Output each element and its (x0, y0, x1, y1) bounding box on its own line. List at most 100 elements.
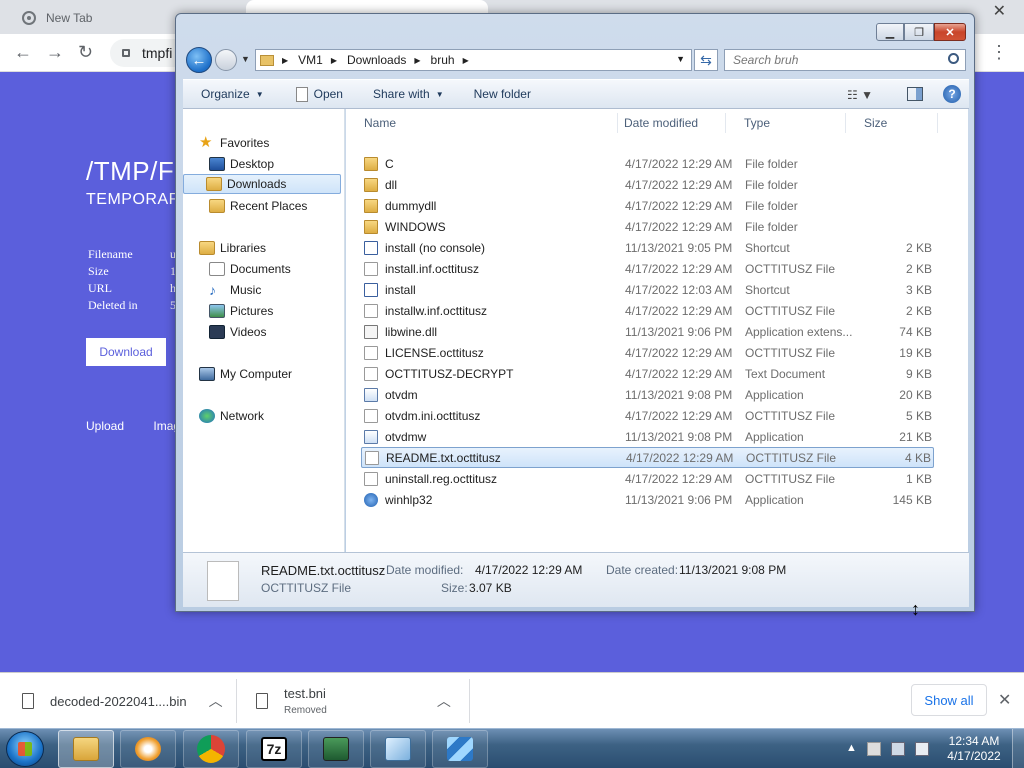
browser-address-bar[interactable]: tmpfi (110, 39, 180, 67)
search-input[interactable]: Search bruh (724, 49, 966, 71)
start-button[interactable] (6, 731, 44, 767)
file-size: 20 KB (899, 387, 932, 402)
file-row[interactable]: install.inf.octtitusz 4/17/2022 12:29 AM O… (361, 258, 934, 279)
nav-videos[interactable]: Videos (205, 322, 266, 342)
file-icon (22, 693, 34, 709)
taskbar-7zip[interactable]: 7z (246, 730, 302, 768)
minimize-icon[interactable]: ▁ (876, 23, 904, 41)
action-center-icon[interactable] (866, 742, 881, 756)
chevron-up-icon[interactable]: ︿ (209, 691, 223, 711)
chevron-up-icon[interactable]: ︿ (437, 691, 451, 711)
download-item[interactable]: decoded-2022041....bin ︿ (22, 679, 223, 723)
show-desktop-button[interactable] (1012, 729, 1024, 768)
file-row[interactable]: install 4/17/2022 12:03 AM Shortcut 3 KB (361, 279, 934, 300)
file-row[interactable]: dll 4/17/2022 12:29 AM File folder (361, 174, 934, 195)
file-type: File folder (745, 198, 798, 213)
download-filename: decoded-2022041....bin (50, 693, 187, 709)
organize-button[interactable]: Organize ▼ (201, 87, 264, 101)
taskbar-media-player[interactable] (120, 730, 176, 768)
new-folder-button[interactable]: New folder (474, 87, 531, 101)
file-size: 4 KB (904, 450, 931, 465)
upload-link[interactable]: Upload (86, 419, 124, 433)
nav-music[interactable]: ♪ Music (205, 280, 261, 300)
breadcrumb-downloads[interactable]: Downloads (347, 53, 406, 67)
forward-arrow-icon[interactable] (215, 49, 237, 71)
taskbar-chrome[interactable] (183, 730, 239, 768)
help-icon[interactable]: ? (943, 85, 961, 103)
breadcrumb-vm1[interactable]: VM1 (298, 53, 323, 67)
file-row[interactable]: OCTTITUSZ-DECRYPT 4/17/2022 12:29 AM Text … (361, 363, 934, 384)
download-item[interactable]: test.bni Removed ︿ (256, 679, 451, 723)
file-type: Shortcut (745, 282, 790, 297)
file-name: otvdmw (385, 429, 427, 444)
breadcrumb-arrow-icon[interactable]: ▶ (282, 56, 288, 65)
file-row[interactable]: installw.inf.octtitusz 4/17/2022 12:29 AM… (361, 300, 934, 321)
download-button[interactable]: Download (86, 338, 166, 366)
nav-my-computer[interactable]: My Computer (195, 364, 292, 384)
file-row[interactable]: install (no console) 11/13/2021 9:05 PM Sh… (361, 237, 934, 258)
nav-downloads[interactable]: Downloads (183, 174, 341, 194)
dropdown-arrow-icon: ▼ (435, 89, 444, 99)
file-name: otvdm (385, 387, 418, 402)
more-vert-icon[interactable]: ⋮ (990, 42, 1008, 63)
taskbar-explorer[interactable] (58, 730, 114, 768)
file-row[interactable]: WINDOWS 4/17/2022 12:29 AM File folder (361, 216, 934, 237)
share-with-button[interactable]: Share with ▼ (373, 87, 444, 101)
file-row[interactable]: LICENSE.octtitusz 4/17/2022 12:29 AM OCTTI… (361, 342, 934, 363)
file-row[interactable]: otvdmw 11/13/2021 9:08 PM Application 21 KB (361, 426, 934, 447)
browser-back-icon[interactable]: ← (14, 42, 32, 63)
file-row[interactable]: C 4/17/2022 12:29 AM File folder (361, 153, 934, 174)
address-dropdown-icon[interactable]: ▼ (676, 54, 685, 64)
show-all-button[interactable]: Show all (911, 684, 987, 716)
divider (469, 679, 470, 723)
address-bar[interactable]: ▶ VM1 ▶ Downloads ▶ bruh ▶ ▼ (255, 49, 692, 71)
file-row[interactable]: uninstall.reg.octtitusz 4/17/2022 12:29 A… (361, 468, 934, 489)
nav-documents[interactable]: Documents (205, 259, 291, 279)
nav-pictures[interactable]: Pictures (205, 301, 273, 321)
maximize-icon[interactable]: ❐ (904, 23, 934, 41)
breadcrumb-arrow-icon[interactable]: ▶ (414, 56, 420, 65)
close-icon[interactable]: ✕ (998, 690, 1011, 710)
column-header-type[interactable]: Type (726, 113, 846, 133)
open-button[interactable]: Open (295, 86, 343, 102)
browser-forward-icon[interactable]: → (46, 42, 64, 63)
back-arrow-icon[interactable]: ← (186, 47, 212, 73)
column-header-date[interactable]: Date modified (606, 113, 726, 133)
browser-close-icon[interactable]: ✕ (993, 1, 1006, 21)
breadcrumb-arrow-icon[interactable]: ▶ (463, 56, 469, 65)
search-icon[interactable] (948, 53, 959, 64)
preview-pane-icon[interactable] (907, 87, 923, 101)
column-header-name[interactable]: Name (346, 113, 618, 133)
file-type: Shortcut (745, 240, 790, 255)
breadcrumb-bruh[interactable]: bruh (431, 53, 455, 67)
nav-favorites[interactable]: ★ Favorites (195, 133, 269, 153)
nav-libraries[interactable]: Libraries (195, 238, 266, 258)
change-view-icon[interactable]: ☷ ▼ (847, 88, 873, 102)
file-row[interactable]: libwine.dll 11/13/2021 9:06 PM Application… (361, 321, 934, 342)
breadcrumb-arrow-icon[interactable]: ▶ (331, 56, 337, 65)
history-dropdown-icon[interactable]: ▼ (241, 54, 250, 64)
file-row[interactable]: otvdm.ini.octtitusz 4/17/2022 12:29 AM OCT… (361, 405, 934, 426)
nav-recent-places[interactable]: Recent Places (205, 196, 307, 216)
file-type: OCTTITUSZ File (746, 450, 836, 465)
file-row[interactable]: otvdm 11/13/2021 9:08 PM Application 20 KB (361, 384, 934, 405)
clock[interactable]: 12:34 AM 4/17/2022 (944, 734, 1004, 764)
file-row[interactable]: README.txt.octtitusz 4/17/2022 12:29 AM OC… (361, 447, 934, 468)
folder-icon (364, 156, 378, 171)
file-row[interactable]: winhlp32 11/13/2021 9:06 PM Application 145… (361, 489, 934, 510)
volume-icon[interactable] (914, 742, 929, 756)
doc-icon (364, 303, 378, 318)
column-header-size[interactable]: Size (846, 113, 938, 133)
network-icon[interactable] (890, 742, 905, 756)
file-row[interactable]: dummydll 4/17/2022 12:29 AM File folder (361, 195, 934, 216)
browser-reload-icon[interactable]: ↻ (78, 42, 93, 63)
close-icon[interactable]: ✕ (934, 23, 966, 41)
file-size: 9 KB (905, 366, 932, 381)
nav-network[interactable]: Network (195, 406, 264, 426)
refresh-icon[interactable]: ⇆ (694, 49, 718, 71)
taskbar-notepad[interactable] (370, 730, 426, 768)
tray-expand-icon[interactable]: ▲ (846, 742, 857, 756)
nav-desktop[interactable]: Desktop (205, 154, 274, 174)
taskbar-package[interactable] (432, 730, 488, 768)
taskbar-computer[interactable] (308, 730, 364, 768)
